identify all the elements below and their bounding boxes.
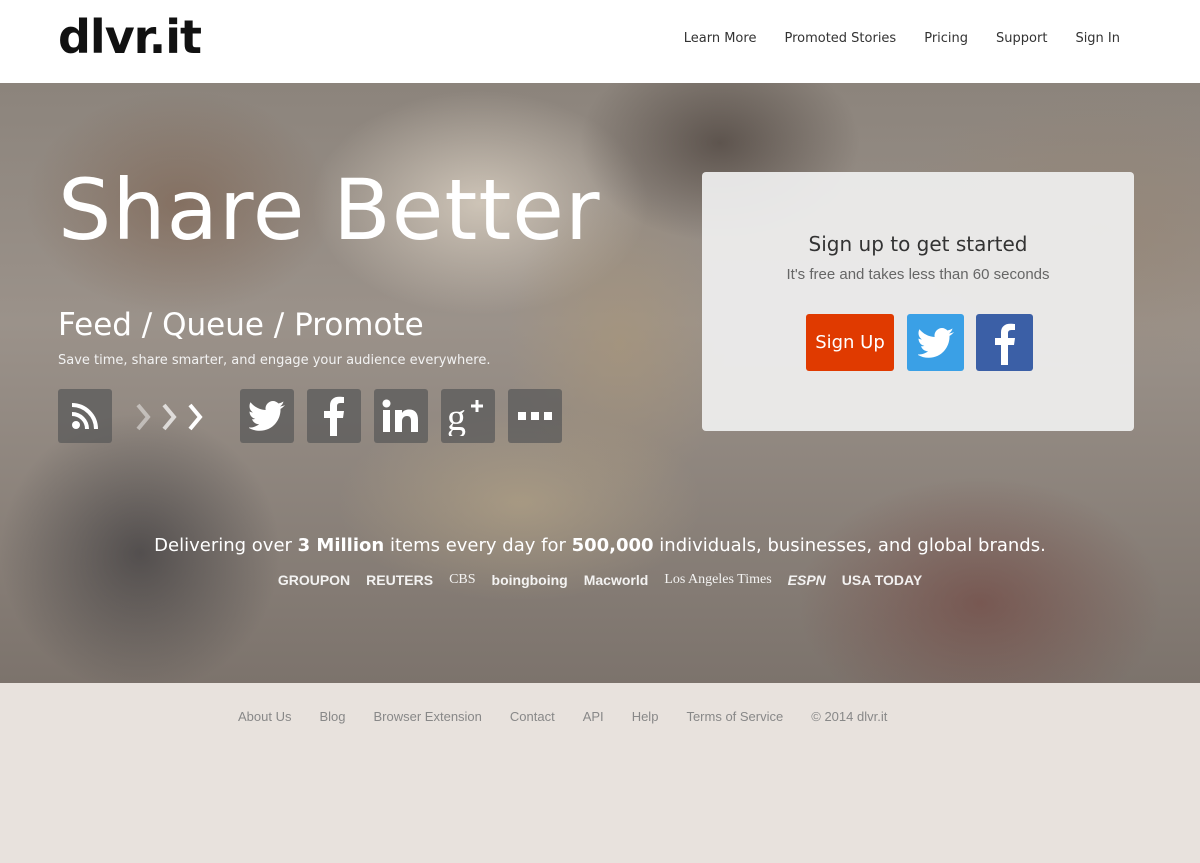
stats-suffix: individuals, businesses, and global bran… xyxy=(653,535,1046,556)
brand-usa-today: USA TODAY xyxy=(841,572,923,588)
footer-contact[interactable]: Contact xyxy=(510,709,555,724)
hero-tagline: Save time, share smarter, and engage you… xyxy=(58,353,491,368)
footer-about-us[interactable]: About Us xyxy=(238,709,291,724)
twitter-icon xyxy=(917,327,954,358)
nav-learn-more[interactable]: Learn More xyxy=(684,31,757,46)
footer-help[interactable]: Help xyxy=(632,709,659,724)
facebook-signup-button[interactable] xyxy=(976,314,1033,371)
footer-api[interactable]: API xyxy=(583,709,604,724)
brand-groupon: GROUPON xyxy=(277,572,351,588)
facebook-icon xyxy=(994,323,1015,365)
brand-logos: GROUPON REUTERS CBS boingboing Macworld … xyxy=(0,572,1200,588)
brand-boingboing: boingboing xyxy=(491,572,568,588)
site-footer: About Us Blog Browser Extension Contact … xyxy=(0,683,1200,863)
hero-section: Share Better Feed / Queue / Promote Save… xyxy=(0,83,1200,683)
footer-copyright: © 2014 dlvr.it xyxy=(811,709,888,724)
sign-up-button[interactable]: Sign Up xyxy=(806,314,894,371)
stats-users-count: 500,000 xyxy=(571,535,654,556)
logo[interactable]: dlvr.it xyxy=(58,10,202,64)
brand-cbs: CBS xyxy=(449,572,476,587)
signup-title: Sign up to get started xyxy=(808,232,1028,256)
arrows-icon xyxy=(136,403,203,431)
brand-espn: ESPN xyxy=(787,572,826,588)
stats-line: Delivering over 3 Million items every da… xyxy=(0,535,1200,556)
rss-icon[interactable] xyxy=(58,389,112,443)
brand-la-times: Los Angeles Times xyxy=(664,572,772,587)
nav-promoted-stories[interactable]: Promoted Stories xyxy=(784,31,896,46)
google-plus-icon[interactable]: g xyxy=(441,389,495,443)
nav-sign-in[interactable]: Sign In xyxy=(1075,31,1120,46)
brand-macworld: Macworld xyxy=(583,572,649,588)
nav-pricing[interactable]: Pricing xyxy=(924,31,968,46)
footer-browser-extension[interactable]: Browser Extension xyxy=(374,709,482,724)
signup-panel: Sign up to get started It's free and tak… xyxy=(702,172,1134,431)
signup-subtitle: It's free and takes less than 60 seconds xyxy=(786,266,1050,283)
svg-text:g: g xyxy=(447,397,466,436)
more-icon[interactable] xyxy=(508,389,562,443)
nav-support[interactable]: Support xyxy=(996,31,1047,46)
hero-title: Share Better xyxy=(58,161,601,259)
brand-reuters: REUTERS xyxy=(366,572,434,588)
stats-items-count: 3 Million xyxy=(297,535,385,556)
site-header: dlvr.it Learn More Promoted Stories Pric… xyxy=(0,0,1200,83)
footer-blog[interactable]: Blog xyxy=(319,709,345,724)
main-nav: Learn More Promoted Stories Pricing Supp… xyxy=(684,31,1120,46)
stats-middle: items every day for xyxy=(384,535,572,556)
hero-subtitle: Feed / Queue / Promote xyxy=(58,307,424,343)
footer-links: About Us Blog Browser Extension Contact … xyxy=(238,709,887,724)
twitter-icon[interactable] xyxy=(240,389,294,443)
stats-prefix: Delivering over xyxy=(154,535,298,556)
linkedin-icon[interactable] xyxy=(374,389,428,443)
footer-terms[interactable]: Terms of Service xyxy=(686,709,783,724)
twitter-signup-button[interactable] xyxy=(907,314,964,371)
facebook-icon[interactable] xyxy=(307,389,361,443)
